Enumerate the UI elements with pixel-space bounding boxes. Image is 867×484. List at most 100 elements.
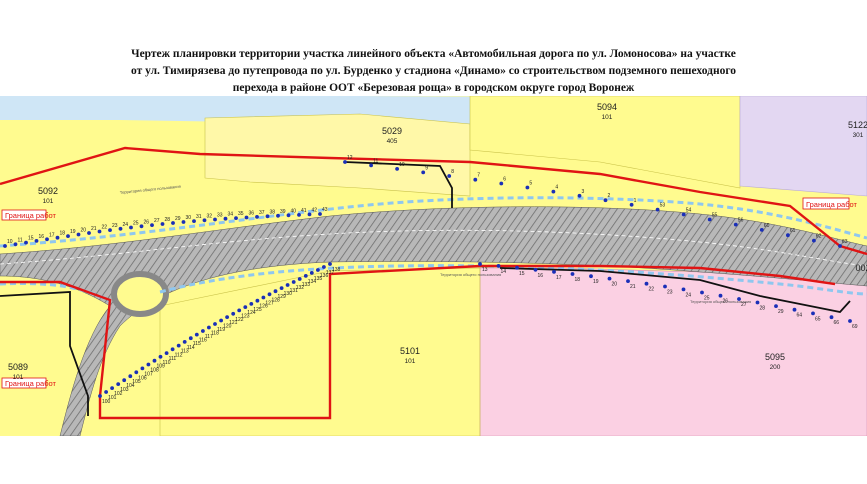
south-point-130 [279, 286, 284, 290]
south-point-117 [201, 329, 205, 333]
work-boundary-label-bottom: Граница работ [1, 377, 57, 389]
south-point-103 [116, 382, 121, 386]
zone-label-002: 002 [855, 263, 867, 273]
west-point-label-42: 42 [312, 207, 318, 213]
south-point-105 [128, 374, 133, 379]
svg-text:101: 101 [405, 358, 416, 365]
north-point-label-2: 2 [608, 193, 611, 199]
zone-5122-area [739, 96, 867, 197]
south-point-134 [303, 274, 308, 278]
east-point-19 [589, 274, 593, 279]
title-line-1: Чертеж планировки территории участка лин… [131, 48, 736, 60]
east-point-label-65: 65 [815, 316, 821, 322]
svg-text:5095: 5095 [765, 352, 785, 362]
north-point-label-5: 5 [529, 181, 532, 187]
east-point-13 [478, 262, 482, 266]
west-point-label-18: 18 [60, 231, 66, 237]
west-point-label-26: 26 [144, 219, 150, 225]
east-point-21 [626, 279, 630, 283]
east-point-17 [552, 270, 556, 274]
east-point-label-21: 21 [630, 284, 636, 290]
south-point-114 [182, 340, 187, 344]
west-point-label-16: 16 [39, 234, 45, 240]
svg-text:5122: 5122 [848, 120, 867, 130]
west-point-label-32: 32 [207, 213, 213, 219]
east-point-label-25: 25 [704, 296, 710, 302]
south-point-126 [255, 298, 260, 303]
east-point-66 [829, 315, 834, 320]
east-point-label-18: 18 [575, 277, 581, 283]
south-point-109 [152, 358, 157, 363]
east-point-27 [737, 297, 741, 301]
south-point-118 [207, 325, 211, 330]
north-point-label-56: 56 [738, 218, 744, 224]
east-point-16 [533, 267, 538, 272]
west-point-label-30: 30 [186, 215, 192, 221]
east-point-label-29: 29 [778, 309, 784, 315]
planning-map: Граница работ Граница работ Граница рабо… [0, 96, 867, 436]
svg-text:Граница работ: Граница работ [806, 200, 858, 209]
east-point-label-20: 20 [612, 282, 618, 288]
north-point-label-54: 54 [686, 208, 692, 214]
west-point-label-20: 20 [81, 228, 87, 234]
south-point-131 [285, 283, 290, 287]
east-point-label-24: 24 [686, 292, 692, 298]
east-point-24 [681, 287, 686, 292]
west-point-label-36: 36 [249, 211, 255, 217]
west-point-label-31: 31 [196, 214, 202, 220]
east-point-label-15: 15 [519, 271, 525, 277]
south-point-127 [261, 295, 266, 300]
east-point-65 [811, 311, 815, 316]
east-point-label-27: 27 [741, 302, 747, 308]
work-boundary-label-right: Граница работ [802, 197, 858, 210]
east-point-label-23: 23 [667, 290, 673, 296]
south-point-133 [297, 277, 302, 281]
west-point-label-17: 17 [49, 232, 55, 238]
south-point-121 [225, 315, 230, 319]
west-point-label-22: 22 [102, 225, 108, 231]
east-point-label-22: 22 [649, 287, 655, 293]
east-point-label-28: 28 [760, 306, 766, 312]
west-point-label-21: 21 [91, 226, 97, 232]
north-point-label-4: 4 [555, 185, 558, 191]
south-point-123 [237, 308, 242, 313]
west-point-label-27: 27 [154, 218, 160, 224]
west-point-label-10: 10 [7, 239, 13, 245]
south-point-113 [176, 343, 181, 348]
east-point-64 [792, 307, 797, 312]
south-point-108 [146, 362, 151, 367]
north-point-label-1: 1 [634, 198, 637, 204]
south-point-132 [291, 280, 296, 284]
east-point-26 [718, 293, 723, 298]
west-point-label-11: 11 [18, 237, 23, 243]
east-point-22 [644, 281, 649, 286]
south-point-115 [188, 336, 193, 341]
west-point-label-33: 33 [217, 213, 223, 219]
south-point-102 [110, 386, 114, 390]
north-point-label-8: 8 [451, 169, 454, 175]
svg-text:Граница работ: Граница работ [5, 211, 57, 220]
east-point-69 [848, 319, 852, 323]
interchange-ring [111, 271, 169, 317]
north-point-label-63: 63 [842, 239, 848, 245]
south-point-125 [249, 302, 254, 306]
north-point-label-62: 62 [816, 234, 822, 240]
south-point-104 [122, 378, 127, 383]
west-point-label-19: 19 [70, 229, 76, 235]
south-point-122 [231, 311, 236, 316]
east-point-label-19: 19 [593, 279, 599, 285]
south-point-112 [170, 347, 175, 352]
east-point-label-64: 64 [797, 313, 803, 319]
west-point-label-34: 34 [228, 212, 234, 218]
work-boundary-label-left: Граница работ [1, 209, 57, 221]
south-point-label-138: 138 [332, 267, 341, 273]
east-point-25 [700, 290, 704, 295]
svg-text:101: 101 [602, 114, 613, 121]
south-point-128 [267, 292, 272, 297]
east-point-20 [607, 276, 612, 281]
east-point-label-17: 17 [556, 275, 562, 281]
east-point-label-13: 13 [482, 267, 488, 273]
east-point-15 [515, 265, 519, 270]
east-point-label-69: 69 [852, 324, 858, 330]
north-point-label-12: 12 [347, 155, 353, 161]
